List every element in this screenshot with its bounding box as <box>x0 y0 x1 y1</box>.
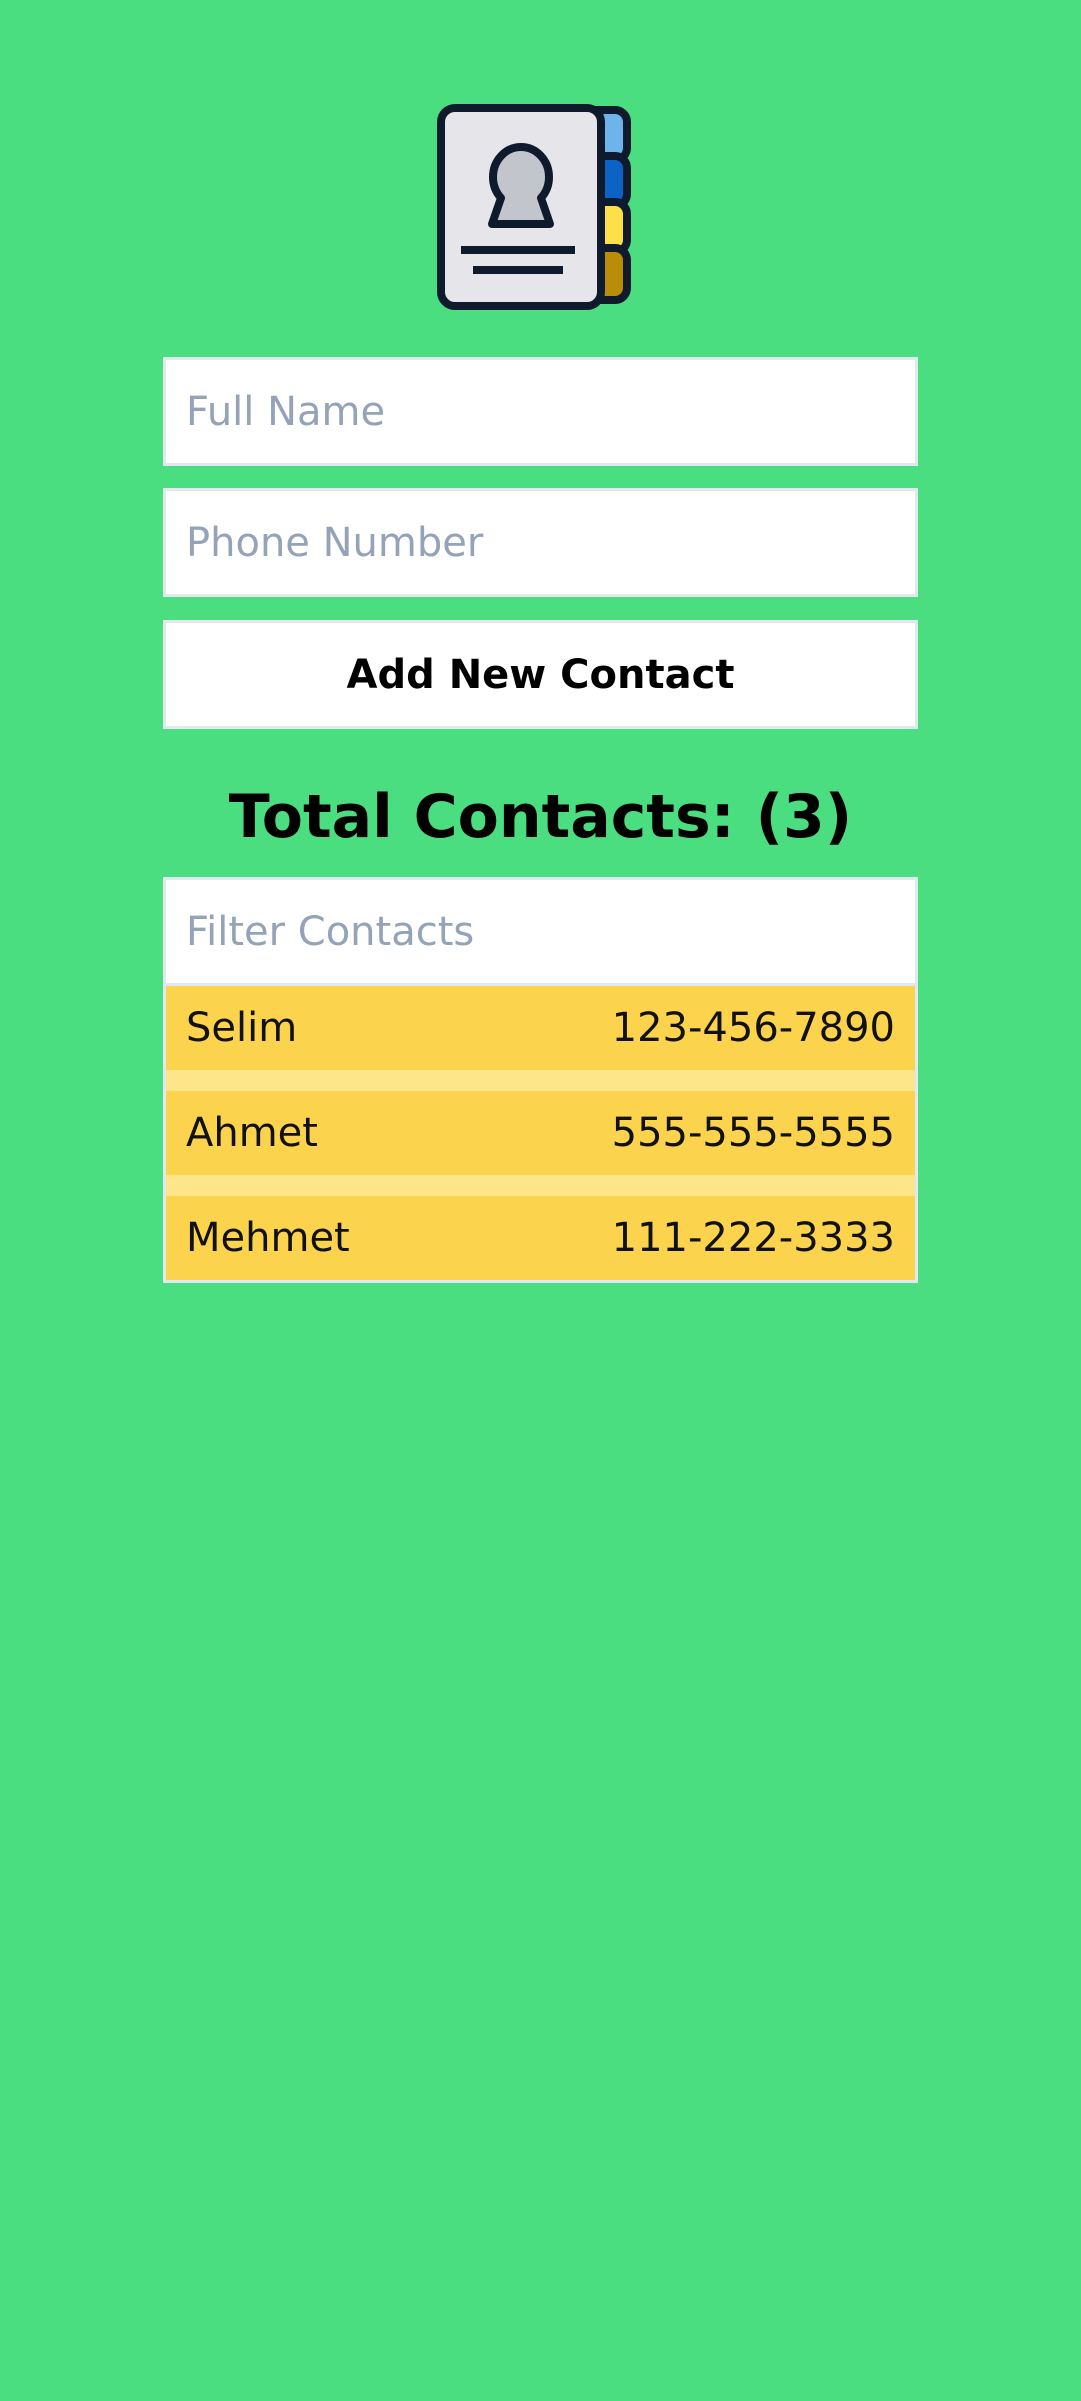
contact-phone: 111-222-3333 <box>611 1215 895 1261</box>
contact-phone: 123-456-7890 <box>611 1005 895 1051</box>
phone-number-input[interactable] <box>163 488 918 597</box>
contact-row[interactable]: Mehmet 111-222-3333 <box>166 1196 915 1280</box>
add-contact-button[interactable]: Add New Contact <box>163 620 918 729</box>
contact-name: Ahmet <box>186 1110 318 1156</box>
filter-contacts-input[interactable] <box>163 877 918 986</box>
contact-row[interactable]: Selim 123-456-7890 <box>166 986 915 1070</box>
contact-phone: 555-555-5555 <box>611 1110 895 1156</box>
contact-book-icon <box>433 104 653 314</box>
contact-name: Selim <box>186 1005 298 1051</box>
total-contacts-heading: Total Contacts: (3) <box>228 782 853 852</box>
full-name-input[interactable] <box>163 357 918 466</box>
contact-name: Mehmet <box>186 1215 350 1261</box>
contact-list: Selim 123-456-7890 Ahmet 555-555-5555 Me… <box>163 986 918 1283</box>
contact-row[interactable]: Ahmet 555-555-5555 <box>166 1091 915 1175</box>
